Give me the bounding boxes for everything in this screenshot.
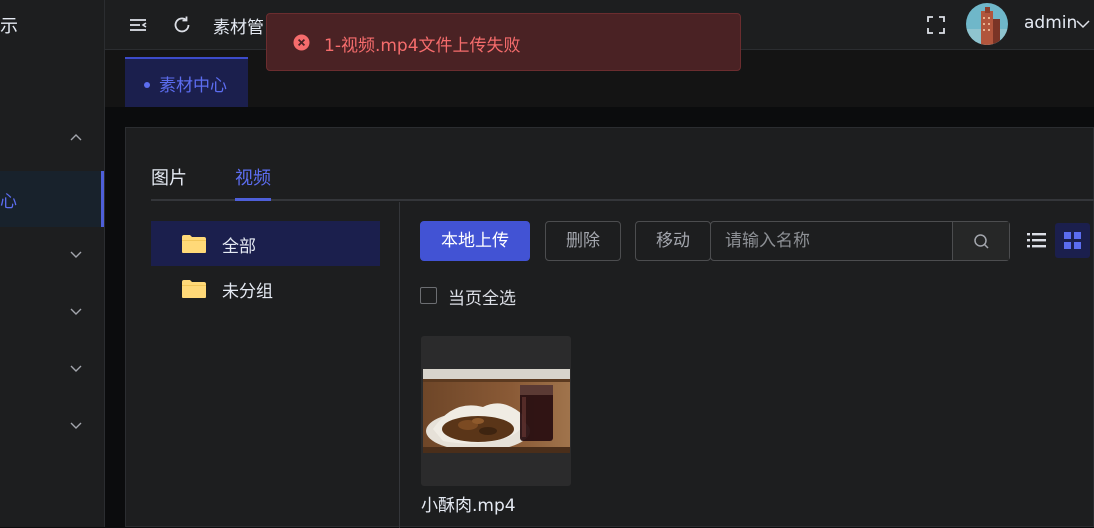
sidebar-menu-group-2[interactable] [0,228,104,284]
tab-videos[interactable]: 视频 [235,164,271,190]
list-view-button[interactable] [1019,223,1054,258]
folder-label: 全部 [222,237,256,257]
sidebar: 示 心 [0,0,105,527]
chevron-down-icon [70,251,82,258]
media-thumbnail[interactable] [421,336,571,486]
active-dot-icon [144,82,150,88]
chevron-down-icon[interactable] [1075,16,1091,32]
grid-view-button[interactable] [1055,223,1090,258]
delete-button[interactable]: 删除 [545,221,621,261]
panel-divider [399,202,400,528]
folder-icon [182,280,206,298]
chevron-down-icon [70,422,82,429]
tabs-divider [151,199,1094,201]
sidebar-item-label: 心 [0,192,17,212]
menu-fold-icon[interactable] [127,14,149,36]
media-name: 小酥肉.mp4 [421,496,516,516]
chevron-down-icon [70,308,82,315]
refresh-icon[interactable] [171,14,193,36]
sidebar-active-indicator [101,171,104,227]
chevron-up-icon [70,134,82,141]
error-circle-icon [293,34,310,51]
material-card: 图片 视频 全部 未分组 本地上传 删除 移动 请输入名称 当页全选 小酥肉.m… [125,127,1094,528]
upload-button[interactable]: 本地上传 [420,221,530,261]
breadcrumb[interactable]: 素材管 [213,13,264,38]
sidebar-menu-group-5[interactable] [0,399,104,455]
folder-all[interactable]: 全部 [151,221,380,266]
search-box [710,221,1010,261]
grid-icon [1064,232,1081,249]
tab-active-indicator [235,198,271,201]
search-icon [974,234,989,249]
checkbox-box[interactable] [420,287,437,304]
move-button[interactable]: 移动 [635,221,711,261]
search-button[interactable] [952,222,1009,260]
username[interactable]: admin [1024,13,1077,33]
tab-images[interactable]: 图片 [151,164,187,190]
toast-message: 1-视频.mp4文件上传失败 [324,36,521,56]
tab-label: 素材中心 [159,76,227,96]
sidebar-menu-group-3[interactable] [0,285,104,341]
fullscreen-icon[interactable] [925,14,947,36]
avatar[interactable] [966,3,1008,45]
error-toast: 1-视频.mp4文件上传失败 [266,13,741,71]
chevron-down-icon [70,365,82,372]
sidebar-item-active[interactable]: 心 [0,171,104,227]
sidebar-menu-group-4[interactable] [0,342,104,398]
video-thumbnail-image [423,369,570,453]
folder-ungrouped[interactable]: 未分组 [151,266,380,311]
search-input[interactable] [711,222,952,260]
folder-icon [182,235,206,253]
sidebar-menu-group-1[interactable] [0,112,104,168]
sidebar-logo-text: 示 [0,16,18,37]
folder-label: 未分组 [222,282,273,302]
tab-material-center[interactable]: 素材中心 [125,57,248,107]
select-all-label: 当页全选 [448,289,516,309]
list-icon [1027,233,1046,248]
